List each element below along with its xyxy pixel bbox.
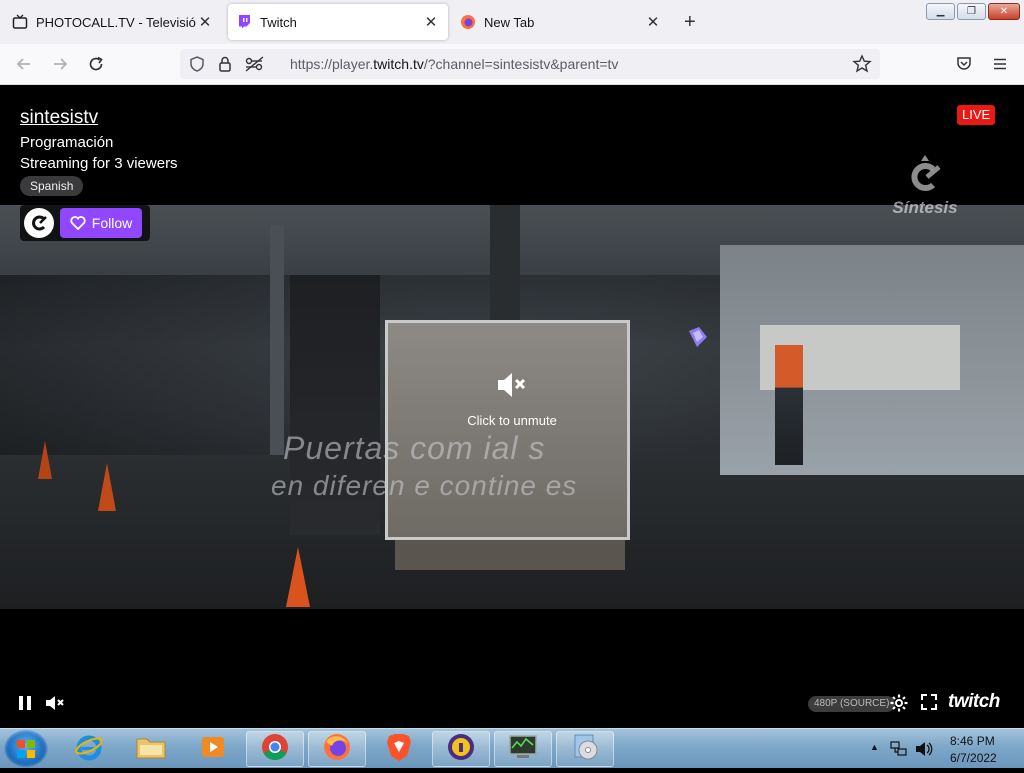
taskbar-vpn-app[interactable] <box>432 731 490 767</box>
monitor-icon <box>507 733 539 766</box>
brave-icon <box>385 732 413 767</box>
close-tab-icon[interactable]: ✕ <box>644 13 662 31</box>
sintesis-watermark: Síntesis <box>890 153 960 217</box>
navigation-bar: https://player.twitch.tv/?channel=sintes… <box>0 44 1024 85</box>
traffic-cone <box>98 463 116 511</box>
player-controls: 480P (SOURCE) twitch <box>0 685 1024 721</box>
taskbar-media-player[interactable] <box>184 731 242 767</box>
window-minimize-button[interactable]: ▁ <box>926 3 955 20</box>
window-restore-button[interactable]: ❐ <box>957 3 986 20</box>
taskbar-chrome[interactable] <box>246 731 304 767</box>
window-close-button[interactable]: ✕ <box>988 3 1020 20</box>
worker-figure <box>775 345 803 465</box>
follow-area: Follow <box>20 205 150 241</box>
pallet-base <box>395 540 625 570</box>
gem-icon <box>685 325 709 354</box>
windows-taskbar: ▲ 8:46 PM 6/7/2022 <box>0 728 1024 768</box>
pillar <box>270 225 284 455</box>
clock-time[interactable]: 8:46 PM <box>950 734 995 748</box>
reload-icon[interactable] <box>85 53 107 75</box>
lock-icon[interactable] <box>216 55 234 78</box>
pocket-icon[interactable] <box>953 53 975 75</box>
channel-name-link[interactable]: sintesistv <box>20 107 98 129</box>
twitch-logo[interactable]: twitch <box>948 691 1000 713</box>
shield-icon[interactable] <box>188 55 206 78</box>
live-badge: LIVE <box>957 105 996 125</box>
stream-category[interactable]: Programación <box>20 134 113 151</box>
traffic-cone <box>38 441 52 479</box>
follow-button[interactable]: Follow <box>60 208 142 238</box>
viewer-count: Streaming for 3 viewers <box>20 155 178 172</box>
url-path: /?channel=sintesistv&parent=tv <box>423 56 619 72</box>
settings-gear-icon[interactable] <box>889 693 909 718</box>
address-bar[interactable]: https://player.twitch.tv/?channel=sintes… <box>180 49 880 79</box>
back-arrow-icon[interactable] <box>13 53 35 75</box>
tab-photocall[interactable]: PHOTOCALL.TV - Televisión y ra ✕ <box>4 4 222 40</box>
taskbar-disc-app[interactable] <box>556 731 614 767</box>
tab-title: Twitch <box>260 14 297 30</box>
url-prefix: https://player. <box>290 56 374 72</box>
hamburger-menu-icon[interactable] <box>989 53 1011 75</box>
language-tag[interactable]: Spanish <box>20 176 84 196</box>
vpn-shield-icon <box>446 732 476 767</box>
tab-title: PHOTOCALL.TV - Televisión y ra <box>36 14 196 30</box>
internet-explorer-icon <box>74 732 104 767</box>
tv-icon <box>12 14 28 30</box>
volume-muted-icon[interactable] <box>44 694 66 717</box>
close-tab-icon[interactable]: ✕ <box>196 13 214 31</box>
forward-arrow-icon[interactable] <box>49 53 71 75</box>
show-hidden-icons-chevron-icon[interactable]: ▲ <box>870 742 879 752</box>
traffic-cone <box>286 547 310 607</box>
system-tray: ▲ <box>866 729 1024 769</box>
folder-icon <box>135 733 167 766</box>
channel-avatar[interactable] <box>24 208 54 238</box>
click-to-unmute-overlay[interactable]: Click to unmute <box>440 370 584 450</box>
follow-label: Follow <box>91 215 133 231</box>
new-tab-plus-icon[interactable]: + <box>684 12 696 32</box>
sintesis-logo-icon <box>911 155 941 191</box>
volume-speaker-icon[interactable] <box>914 740 934 763</box>
muted-speaker-icon <box>498 373 526 397</box>
url-text[interactable]: https://player.twitch.tv/?channel=sintes… <box>290 56 618 72</box>
tab-twitch[interactable]: Twitch ✕ <box>228 4 448 40</box>
windows-logo-icon <box>17 740 35 758</box>
browser-tab-bar: PHOTOCALL.TV - Televisión y ra ✕ Twitch … <box>0 0 1024 44</box>
taskbar-internet-explorer[interactable] <box>60 731 118 767</box>
permissions-icon[interactable] <box>244 55 266 78</box>
bookmark-star-icon[interactable] <box>852 54 872 79</box>
unmute-label: Click to unmute <box>467 413 557 428</box>
tab-new-tab[interactable]: New Tab ✕ <box>452 4 670 40</box>
tab-title: New Tab <box>484 14 535 30</box>
firefox-icon <box>460 14 476 30</box>
chrome-icon <box>260 732 290 767</box>
taskbar-file-explorer[interactable] <box>122 731 180 767</box>
media-player-icon <box>198 733 228 766</box>
close-tab-icon[interactable]: ✕ <box>422 13 440 31</box>
twitch-player[interactable]: sintesistv Programación Streaming for 3 … <box>0 85 1024 728</box>
taskbar-firefox[interactable] <box>308 731 366 767</box>
url-domain: twitch.tv <box>373 56 424 72</box>
taskbar-brave[interactable] <box>370 731 428 767</box>
pause-icon[interactable] <box>16 694 34 717</box>
quality-badge: 480P (SOURCE) <box>808 696 896 712</box>
heart-icon <box>70 216 86 230</box>
twitch-icon <box>236 14 252 30</box>
taskbar-system-monitor[interactable] <box>494 731 552 767</box>
clock-date[interactable]: 6/7/2022 <box>950 751 997 765</box>
firefox-icon <box>322 732 352 767</box>
fullscreen-icon[interactable] <box>920 693 938 716</box>
network-icon[interactable] <box>890 740 908 763</box>
watermark-text: Síntesis <box>892 198 958 217</box>
start-button[interactable] <box>4 730 48 768</box>
video-caption-line-2: en diferen e contine es <box>271 470 578 501</box>
disc-icon <box>570 732 600 767</box>
